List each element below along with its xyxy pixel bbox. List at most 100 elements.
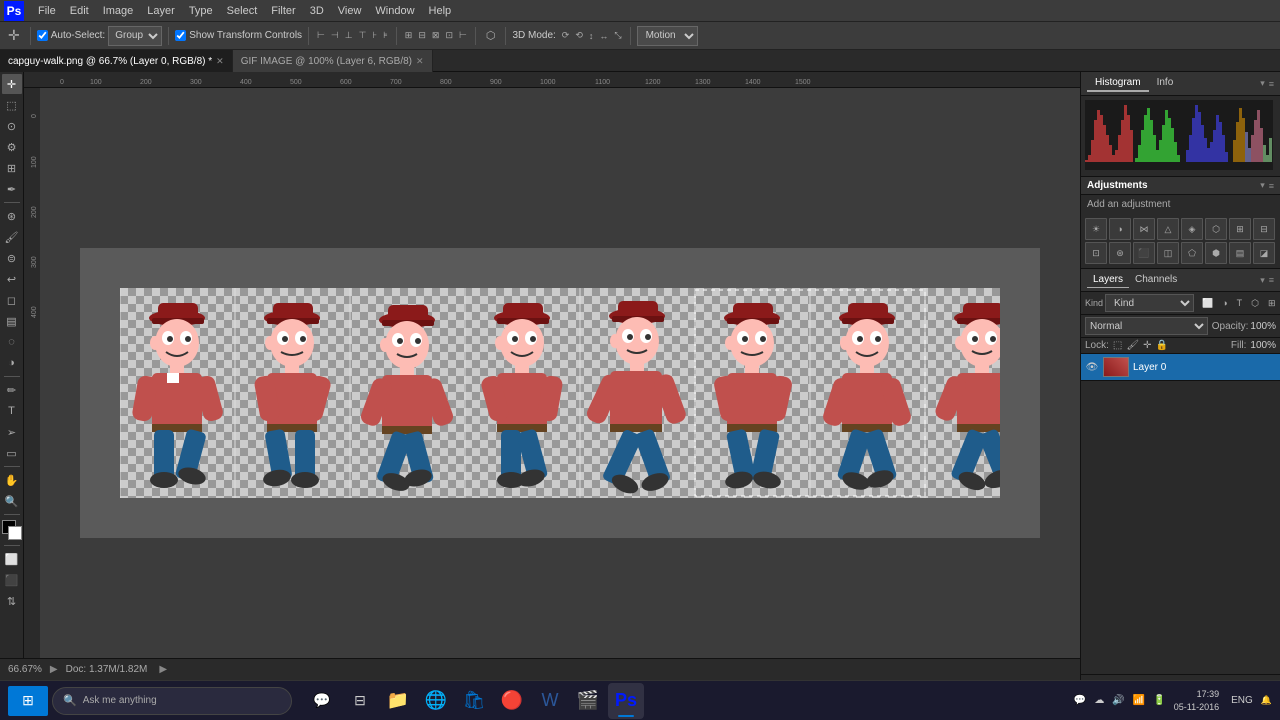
adj-chanmix-icon[interactable]: ⊛	[1109, 242, 1131, 264]
menu-help[interactable]: Help	[423, 3, 458, 19]
tool-text[interactable]: T	[2, 401, 22, 421]
menu-view[interactable]: View	[332, 3, 368, 19]
group-dropdown[interactable]: Group Layer	[108, 26, 162, 46]
tool-stamp[interactable]: ⊜	[2, 248, 22, 268]
dist-right-icon[interactable]: ⊠	[430, 29, 442, 42]
align-center-h-icon[interactable]: ⊣	[329, 29, 341, 42]
adj-colorbalance-icon[interactable]: ⊞	[1229, 218, 1251, 240]
layers-collapse-icon[interactable]: ▾	[1260, 275, 1265, 286]
taskbar-search-box[interactable]: 🔍 Ask me anything	[52, 687, 292, 715]
menu-3d[interactable]: 3D	[304, 3, 330, 19]
dist-center-icon[interactable]: ⊟	[416, 29, 428, 42]
layers-tab-layers[interactable]: Layers	[1087, 272, 1129, 288]
tab-gif[interactable]: GIF IMAGE @ 100% (Layer 6, RGB/8) ✕	[233, 50, 433, 72]
lock-image-icon[interactable]: 🖌	[1126, 340, 1139, 351]
tool-move[interactable]: ✛	[2, 74, 22, 94]
battery-icon[interactable]: 🔋	[1153, 695, 1165, 706]
adjustments-collapse-icon[interactable]: ▾	[1260, 180, 1265, 191]
layer-row-0[interactable]: 👁 Layer 0	[1081, 354, 1280, 381]
tool-crop[interactable]: ⊞	[2, 158, 22, 178]
menu-select[interactable]: Select	[221, 3, 264, 19]
menu-image[interactable]: Image	[97, 3, 140, 19]
taskbar-app-store[interactable]: 🛍	[456, 683, 492, 719]
adj-selective-icon[interactable]: ◪	[1253, 242, 1275, 264]
color-swatches[interactable]	[2, 520, 22, 540]
taskbar-app-media[interactable]: 🎬	[570, 683, 606, 719]
tool-blur[interactable]: ◌	[2, 332, 22, 352]
auto-select-checkbox[interactable]	[37, 30, 48, 41]
adj-curves-icon[interactable]: ⋈	[1133, 218, 1155, 240]
layers-tab-channels[interactable]: Channels	[1129, 272, 1183, 288]
3d-pan-icon[interactable]: ↕	[587, 30, 596, 42]
tool-marquee[interactable]: ⬚	[2, 95, 22, 115]
adj-bw-icon[interactable]: ⊟	[1253, 218, 1275, 240]
adj-photofilt-icon[interactable]: ⊡	[1085, 242, 1107, 264]
align-bottom-icon[interactable]: ⊧	[381, 29, 390, 42]
filter-smart-icon[interactable]: ⊞	[1264, 296, 1280, 311]
tool-history-brush[interactable]: ↩	[2, 269, 22, 289]
adj-posterize-icon[interactable]: ⬠	[1181, 242, 1203, 264]
status-icon[interactable]: ▶	[50, 664, 58, 675]
taskbar-app-taskview[interactable]: ⊟	[342, 683, 378, 719]
show-transform-checkbox[interactable]	[175, 30, 186, 41]
align-middle-icon[interactable]: ⊦	[370, 29, 379, 42]
tool-spot-heal[interactable]: ⊛	[2, 206, 22, 226]
histogram-collapse-icon[interactable]: ▾	[1260, 78, 1265, 89]
tool-lasso[interactable]: ⊙	[2, 116, 22, 136]
canvas-scroll[interactable]	[40, 88, 1080, 698]
adj-levels-icon[interactable]: ◑	[1109, 218, 1131, 240]
tool-brush[interactable]: 🖌	[2, 227, 22, 247]
adj-invert-icon[interactable]: ◫	[1157, 242, 1179, 264]
menu-filter[interactable]: Filter	[265, 3, 301, 19]
filter-type-icon[interactable]: T	[1233, 296, 1247, 311]
tab-gif-close[interactable]: ✕	[416, 56, 424, 67]
menu-layer[interactable]: Layer	[141, 3, 181, 19]
opacity-value[interactable]: 100%	[1250, 321, 1276, 332]
tool-eraser[interactable]: ◻	[2, 290, 22, 310]
filter-adjust-icon[interactable]: ◑	[1218, 296, 1231, 311]
taskbar-app-fileexplorer[interactable]: 📁	[380, 683, 416, 719]
histogram-menu-icon[interactable]: ≡	[1269, 79, 1274, 89]
adj-colorlookup-icon[interactable]: ⬛	[1133, 242, 1155, 264]
align-top-icon[interactable]: ⊤	[357, 29, 369, 42]
auto-align-icon[interactable]: ⬡	[482, 29, 500, 42]
tool-quick-select[interactable]: ⚙	[2, 137, 22, 157]
skype-icon[interactable]: 💬	[1074, 695, 1086, 706]
3d-scale-icon[interactable]: ⤡	[612, 29, 623, 42]
network-icon[interactable]: 📶	[1133, 695, 1145, 706]
tool-dodge[interactable]: ◑	[2, 353, 22, 373]
tool-gradient[interactable]: ▤	[2, 311, 22, 331]
dist-middle-icon[interactable]: ⊢	[457, 29, 469, 42]
tab-info[interactable]: Info	[1149, 75, 1182, 92]
lock-all-icon[interactable]: 🔒	[1155, 340, 1167, 351]
filter-shape-icon[interactable]: ⬡	[1247, 296, 1263, 311]
menu-window[interactable]: Window	[369, 3, 420, 19]
filter-pixel-icon[interactable]: ⬜	[1198, 296, 1217, 311]
background-color[interactable]	[8, 526, 22, 540]
adj-hsl-icon[interactable]: ⬡	[1205, 218, 1227, 240]
motion-dropdown[interactable]: Motion Orbit	[637, 26, 698, 46]
align-left-icon[interactable]: ⊢	[315, 29, 327, 42]
menu-type[interactable]: Type	[183, 3, 219, 19]
3d-rotate-icon[interactable]: ⟳	[560, 29, 572, 42]
layer-visibility-icon[interactable]: 👁	[1085, 362, 1099, 373]
fill-value[interactable]: 100%	[1250, 340, 1276, 351]
align-right-icon[interactable]: ⊥	[343, 29, 355, 42]
lock-transparent-icon[interactable]: ⬚	[1113, 340, 1122, 351]
tool-eyedropper[interactable]: ✒	[2, 179, 22, 199]
blend-mode-select[interactable]: Normal Multiply Screen Overlay Darken	[1085, 317, 1208, 335]
adj-gradient-icon[interactable]: ▤	[1229, 242, 1251, 264]
tab-capguy-close[interactable]: ✕	[216, 56, 224, 67]
taskbar-app-edge[interactable]: 🌐	[418, 683, 454, 719]
dist-left-icon[interactable]: ⊞	[403, 29, 415, 42]
menu-edit[interactable]: Edit	[64, 3, 95, 19]
tool-zoom[interactable]: 🔍	[2, 491, 22, 511]
windows-start-button[interactable]: ⊞	[8, 686, 48, 716]
lock-position-icon[interactable]: ✛	[1143, 340, 1151, 351]
onedrive-icon[interactable]: ☁	[1094, 695, 1104, 706]
taskbar-app-photoshop[interactable]: Ps	[608, 683, 644, 719]
tool-hand[interactable]: ✋	[2, 470, 22, 490]
tool-shape[interactable]: ▭	[2, 443, 22, 463]
tool-extra[interactable]: ⇅	[2, 591, 22, 611]
taskbar-app-chrome[interactable]: 🔴	[494, 683, 530, 719]
